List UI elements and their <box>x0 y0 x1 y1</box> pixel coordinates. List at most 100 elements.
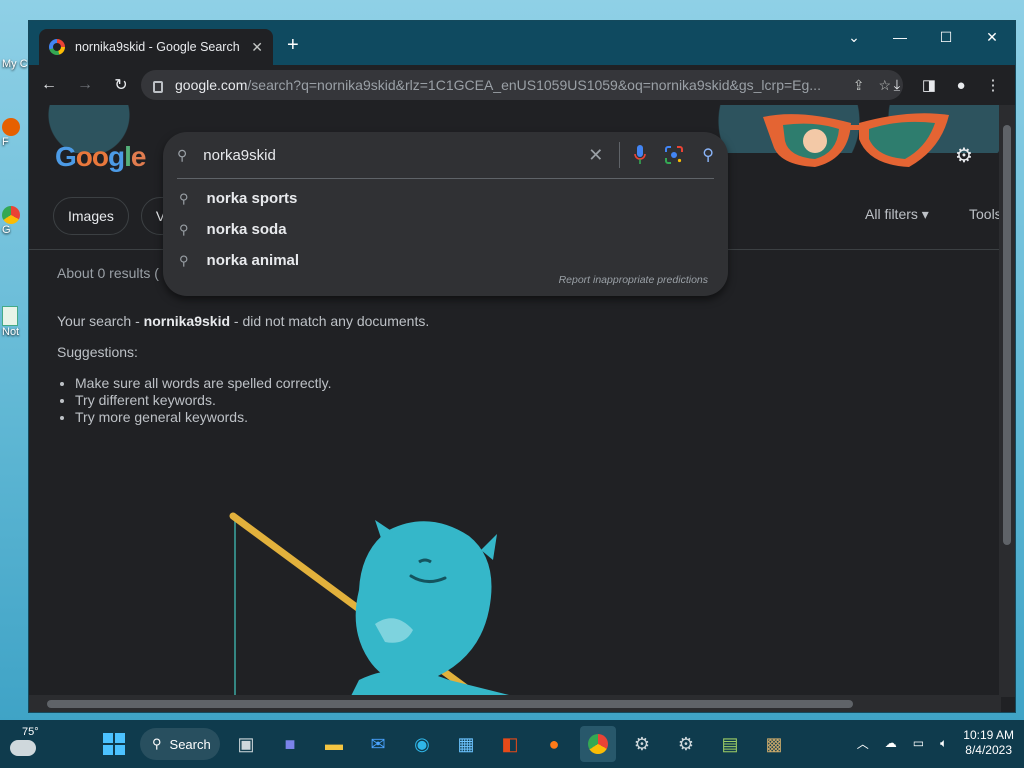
no-results-query: nornika9skid <box>143 313 231 329</box>
tab-search-icon[interactable]: ⌄ <box>831 21 877 53</box>
clock-time: 10:19 AM <box>963 728 1014 742</box>
search-icon: ⚲ <box>152 736 162 751</box>
no-results-prefix: Your search - <box>57 313 144 329</box>
logo-letter: o <box>91 141 109 172</box>
browser-tab[interactable]: nornika9skid - Google Search ✕ <box>39 29 273 65</box>
google-doodle-logo[interactable]: Google <box>55 141 147 173</box>
window-controls: ⌄ — ☐ ✕ <box>831 21 1015 53</box>
reload-button[interactable]: ↻ <box>105 69 137 101</box>
fishing-monster-illustration <box>229 512 517 697</box>
onedrive-icon[interactable]: ☁ <box>885 736 897 750</box>
search-input-row: ⚲ norka9skid ✕ ⚲ <box>163 132 728 178</box>
edge-icon[interactable]: ◉ <box>404 726 440 762</box>
search-divider <box>177 178 714 179</box>
scroll-thumb[interactable] <box>1003 125 1011 545</box>
desktop-icon-notepad[interactable]: Not <box>2 306 28 338</box>
desktop-icon-chrome[interactable]: G <box>2 206 28 236</box>
titlebar: nornika9skid - Google Search ✕ + ⌄ — ☐ ✕ <box>29 21 1015 65</box>
suggestion-tip: Make sure all words are spelled correctl… <box>75 375 332 392</box>
maximize-button[interactable]: ☐ <box>923 21 969 53</box>
autocomplete-text: norka soda <box>206 221 287 238</box>
desktop-icon-label: My C <box>2 58 28 70</box>
chip-images[interactable]: Images <box>53 197 129 235</box>
share-icon[interactable]: ⇪ <box>853 77 865 94</box>
control-panel-icon[interactable]: ⚙ <box>668 726 704 762</box>
all-filters-label: All filters <box>865 206 918 222</box>
autocomplete-list: ⚲ norka sports ⚲ norka soda ⚲ norka animal <box>163 183 728 276</box>
vertical-scrollbar[interactable] <box>999 105 1015 697</box>
side-panel-icon[interactable]: ◨ <box>913 69 945 101</box>
microsoft-store-icon[interactable]: ▦ <box>448 726 484 762</box>
network-icon[interactable]: ▭ <box>913 736 924 750</box>
firefox-icon[interactable]: ● <box>536 726 572 762</box>
browser-toolbar: ← → ↻ google.com/search?q=nornika9skid&r… <box>29 65 1015 105</box>
lock-icon[interactable] <box>153 81 163 93</box>
suggestions-list: Make sure all words are spelled correctl… <box>75 375 332 426</box>
new-tab-button[interactable]: + <box>287 35 299 55</box>
office-icon[interactable]: ◧ <box>492 726 528 762</box>
chrome-logo <box>588 734 608 754</box>
forward-button[interactable]: → <box>69 69 101 101</box>
desktop-icon-label: G <box>2 224 11 236</box>
firefox-icon <box>2 118 20 136</box>
address-bar[interactable]: google.com/search?q=nornika9skid&rlz=1C1… <box>141 70 903 100</box>
windows-start-icon[interactable] <box>96 726 132 762</box>
back-button[interactable]: ← <box>33 69 65 101</box>
google-lens-icon[interactable] <box>664 145 684 165</box>
clock[interactable]: 10:19 AM 8/4/2023 <box>963 728 1014 758</box>
profile-icon[interactable]: ● <box>945 69 977 101</box>
search-icon: ⚲ <box>179 221 189 237</box>
mail-icon[interactable]: ✉ <box>360 726 396 762</box>
task-view-icon[interactable]: ▣ <box>228 726 264 762</box>
tools-button[interactable]: Tools <box>969 206 1001 222</box>
autocomplete-item[interactable]: ⚲ norka animal <box>163 245 728 276</box>
close-window-button[interactable]: ✕ <box>969 21 1015 53</box>
desktop-icon-label: Not <box>2 326 20 338</box>
taskbar: 75° ⚲ Search ▣ ■ ▬ ✉ ◉ ▦ ◧ ● ⚙ ⚙ ▤ ▩ ︿ ☁ … <box>0 720 1024 768</box>
weather-widget[interactable]: 75° <box>8 726 48 762</box>
chevron-down-icon: ▾ <box>921 206 929 222</box>
archive-icon[interactable]: ▩ <box>756 726 792 762</box>
minimize-button[interactable]: — <box>877 21 923 53</box>
file-explorer-icon[interactable]: ▬ <box>316 726 352 762</box>
tab-close-icon[interactable]: ✕ <box>251 39 263 56</box>
all-filters-dropdown[interactable]: All filters ▾ <box>865 206 929 223</box>
settings-icon[interactable]: ⚙ <box>624 726 660 762</box>
search-results-page: Google ⚲ norka9skid ✕ ⚲ ⚲ norka sports ⚲… <box>29 105 1001 697</box>
search-input[interactable]: norka9skid <box>203 147 588 164</box>
horizontal-scrollbar[interactable] <box>29 695 1001 712</box>
settings-gear-icon[interactable]: ⚙ <box>955 143 973 168</box>
taskbar-search-button[interactable]: ⚲ Search <box>140 728 220 760</box>
logo-letter: G <box>55 141 77 172</box>
download-icon[interactable]: ⤓ <box>881 69 913 101</box>
suggestions-heading: Suggestions: <box>57 344 138 360</box>
no-results-suffix: - did not match any documents. <box>230 313 430 329</box>
autocomplete-item[interactable]: ⚲ norka sports <box>163 183 728 214</box>
search-submit-icon[interactable]: ⚲ <box>702 145 714 165</box>
desktop-icon-firefox[interactable]: F <box>2 118 28 148</box>
scroll-thumb[interactable] <box>47 700 853 708</box>
google-favicon-icon <box>49 39 65 55</box>
logo-letter: e <box>130 141 147 172</box>
chevron-up-icon[interactable]: ︿ <box>857 735 869 752</box>
clear-icon[interactable]: ✕ <box>588 145 603 166</box>
search-icon: ⚲ <box>179 190 189 206</box>
desktop-icon-my-computer[interactable]: My C <box>2 58 28 70</box>
autocomplete-text: norka animal <box>206 252 300 269</box>
search-icon: ⚲ <box>177 146 188 163</box>
notepad-plus-icon[interactable]: ▤ <box>712 726 748 762</box>
teams-icon[interactable]: ■ <box>272 726 308 762</box>
menu-kebab-icon[interactable]: ⋮ <box>977 69 1009 101</box>
volume-icon[interactable]: 🔈︎ <box>940 736 947 751</box>
doodle-sunglasses-character[interactable] <box>759 109 951 173</box>
microphone-icon[interactable] <box>634 145 647 165</box>
chrome-icon[interactable] <box>580 726 616 762</box>
divider <box>619 142 621 168</box>
report-predictions-link[interactable]: Report inappropriate predictions <box>559 274 708 286</box>
autocomplete-item[interactable]: ⚲ norka soda <box>163 214 728 245</box>
taskbar-apps: ⚲ Search ▣ ■ ▬ ✉ ◉ ▦ ◧ ● ⚙ ⚙ ▤ ▩ <box>96 726 800 762</box>
url-host: google.com <box>175 77 248 93</box>
system-tray: ︿ ☁ ▭ 🔈︎ 10:19 AM 8/4/2023 <box>841 728 1014 758</box>
cloud-icon <box>10 740 36 756</box>
suggestion-tip: Try different keywords. <box>75 392 332 409</box>
